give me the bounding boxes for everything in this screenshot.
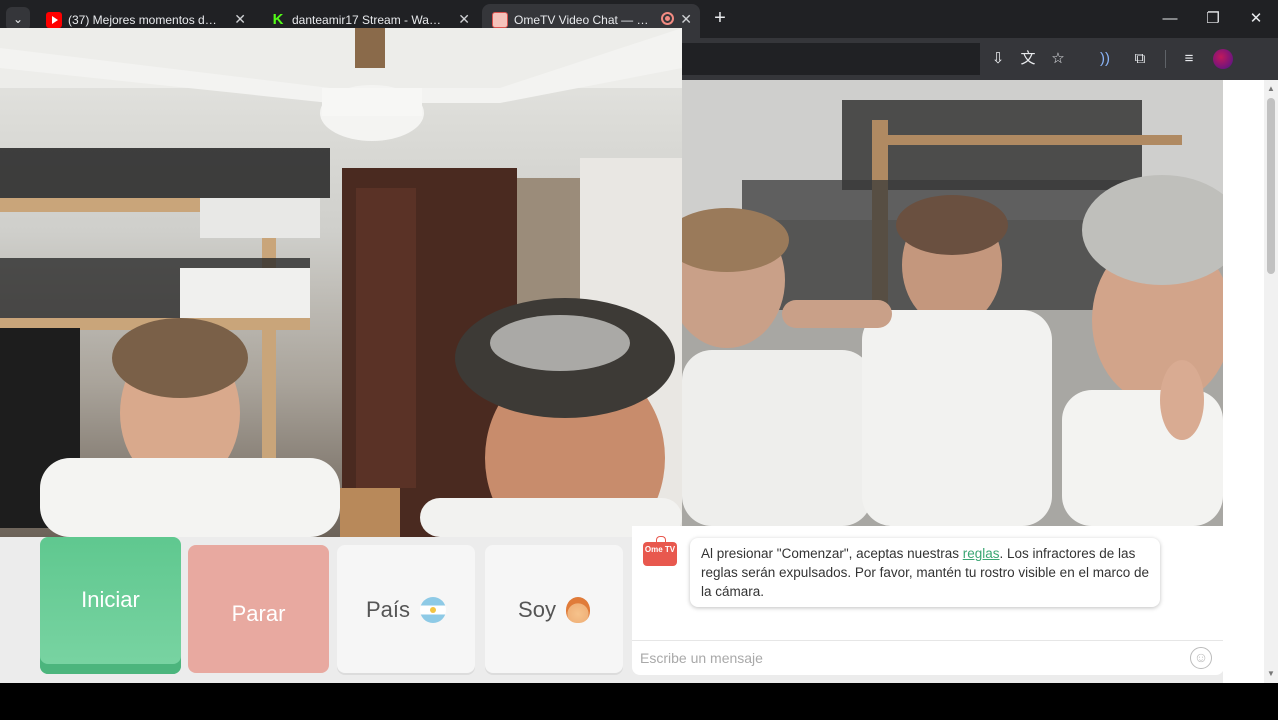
extensions-puzzle-icon[interactable]: ⧉ (1128, 47, 1152, 71)
ometv-logo: Ome TV (643, 536, 677, 566)
boy-face-icon (565, 597, 590, 623)
local-video-feed (0, 28, 682, 537)
toolbar-divider (1165, 50, 1166, 68)
logo-text: Ome TV (644, 545, 676, 554)
recording-icon (661, 12, 674, 25)
close-window-button[interactable]: ✕ (1236, 6, 1276, 32)
kick-icon: K (272, 10, 284, 28)
stop-button[interactable]: Parar (188, 545, 329, 673)
remote-video-feed (682, 80, 1223, 526)
start-label: Iniciar (81, 586, 140, 612)
restore-button[interactable]: ❐ (1193, 6, 1233, 32)
screen: ⌄ (37) Mejores momentos de Ene ✕ Kdantea… (0, 0, 1278, 720)
page-scrollbar[interactable]: ▲ ▼ (1264, 80, 1278, 683)
youtube-icon (46, 11, 62, 28)
system-message: Al presionar "Comenzar", aceptas nuestra… (690, 538, 1160, 607)
country-label: País (365, 597, 411, 622)
message-text: Al presionar "Comenzar", aceptas nuestra… (701, 546, 963, 561)
country-button[interactable]: País (337, 545, 475, 673)
scroll-up-icon[interactable]: ▲ (1266, 84, 1276, 94)
chat-divider (632, 640, 1224, 641)
bookmark-star-icon[interactable]: ☆ (1046, 47, 1070, 71)
rules-link[interactable]: reglas (963, 546, 1000, 561)
ometv-icon (492, 11, 508, 28)
translate-icon[interactable]: 文 (1016, 47, 1040, 71)
gender-button[interactable]: Soy (485, 545, 623, 673)
media-controls-icon[interactable]: ≡ (1177, 47, 1201, 71)
scroll-down-icon[interactable]: ▼ (1266, 669, 1276, 679)
new-tab-button[interactable]: + (708, 7, 732, 31)
install-app-icon[interactable]: ⇩ (986, 47, 1010, 71)
local-camera-image (0, 28, 682, 537)
emoji-icon[interactable]: ☺ (1190, 647, 1212, 669)
close-tab-icon[interactable]: ✕ (680, 4, 692, 34)
profile-avatar[interactable] (1213, 49, 1233, 69)
gender-label: Soy (518, 597, 556, 622)
minimize-button[interactable]: — (1150, 6, 1190, 32)
page-margin (1223, 80, 1264, 683)
scrollbar-thumb[interactable] (1267, 98, 1275, 274)
message-input[interactable] (640, 646, 1180, 670)
extension-audio-icon[interactable]: )) (1093, 47, 1117, 71)
remote-camera-image (682, 80, 1223, 526)
start-button[interactable]: Iniciar (40, 537, 181, 674)
argentina-flag-icon (420, 597, 447, 623)
stop-label: Parar (231, 601, 286, 626)
